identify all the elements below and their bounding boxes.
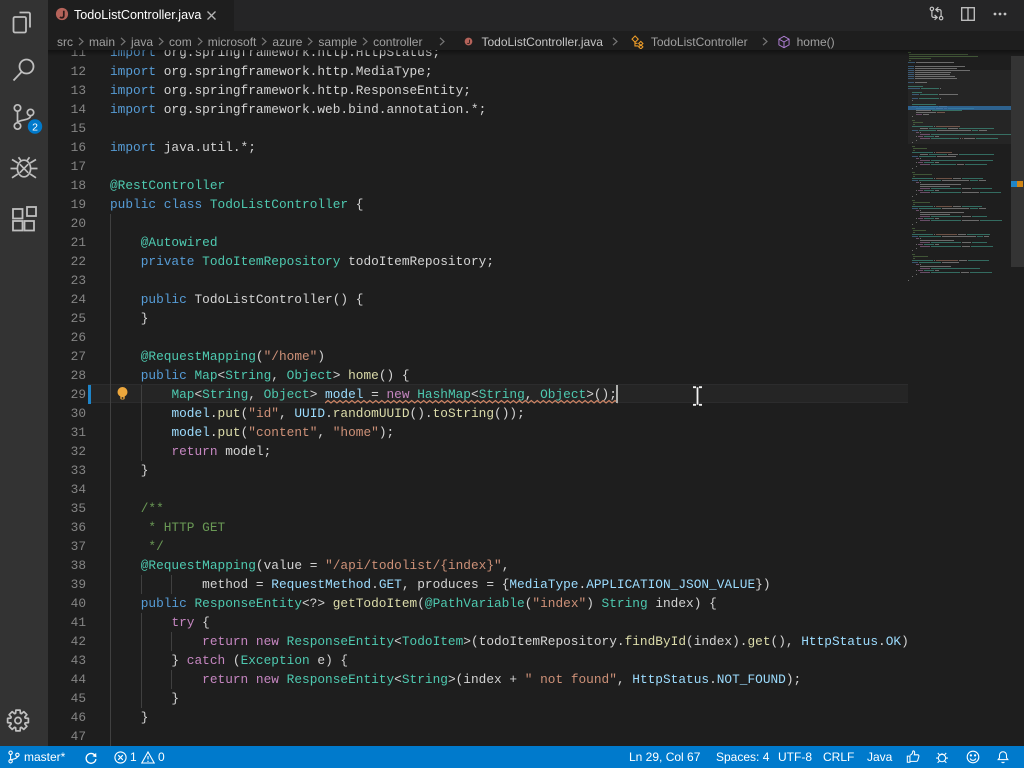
- svg-text:2: 2: [32, 122, 38, 134]
